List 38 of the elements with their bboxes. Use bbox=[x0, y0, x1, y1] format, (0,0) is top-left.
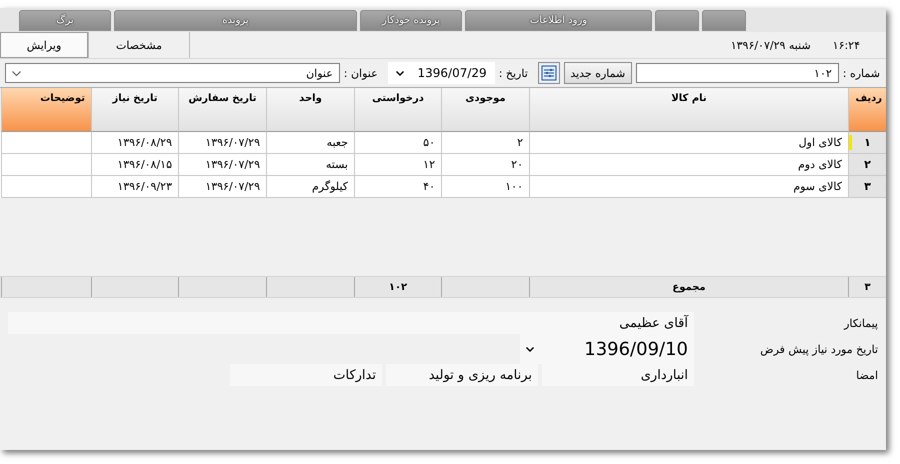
column-header: ردیف bbox=[848, 88, 886, 132]
footer-cell: ۱۰۲ bbox=[354, 277, 441, 297]
column-header: درخواستی bbox=[354, 88, 441, 132]
new-number-button[interactable]: شماره جدید bbox=[564, 62, 632, 84]
column-header: واحد bbox=[266, 88, 354, 132]
field-label: شماره : bbox=[842, 66, 880, 80]
signature-field[interactable]: انبارداری bbox=[542, 364, 694, 386]
settings-icon[interactable] bbox=[538, 62, 560, 84]
date-field[interactable]: 1396/09/10 bbox=[520, 334, 694, 364]
row-number: ۳ bbox=[848, 176, 886, 198]
column-header: موجودی bbox=[441, 88, 529, 132]
signature-field[interactable]: برنامه ریزی و تولید bbox=[386, 364, 538, 386]
caret-icon bbox=[396, 70, 404, 76]
tab[interactable] bbox=[702, 10, 746, 31]
tab[interactable] bbox=[655, 10, 699, 31]
title-dropdown[interactable]: عنوان bbox=[5, 63, 340, 83]
tab[interactable]: ویرایش bbox=[0, 32, 88, 58]
field-label: تاریخ مورد نیاز پیش فرض bbox=[759, 342, 878, 356]
field-label: عنوان : bbox=[344, 66, 378, 80]
date-text: شنبه ۱۳۹۶/۰۷/۲۹ bbox=[730, 38, 811, 52]
number-field[interactable]: ۱۰۲ bbox=[636, 63, 839, 83]
column-header: تاریخ سفارش bbox=[178, 88, 266, 132]
row-number: ۲ bbox=[848, 154, 886, 176]
caret-icon bbox=[12, 70, 21, 76]
contractor-field[interactable]: آقای عظیمی bbox=[8, 312, 694, 334]
clock: ۱۶:۲۴ bbox=[832, 38, 860, 52]
field-label: پیمانکار bbox=[842, 316, 878, 330]
field-label: امضا bbox=[855, 368, 878, 382]
footer-cell: ۳ bbox=[848, 277, 886, 297]
signature-field[interactable]: تدارکات bbox=[230, 364, 382, 386]
footer-cell: مجموع bbox=[529, 277, 848, 297]
field-label: تاریخ : bbox=[498, 66, 528, 80]
date-field[interactable]: 1396/07/29 bbox=[388, 62, 495, 84]
column-header: تاریخ نیاز bbox=[91, 88, 178, 132]
caret-icon bbox=[526, 346, 534, 352]
column-header: نام کالا bbox=[529, 88, 848, 132]
column-header: توضیحات bbox=[1, 88, 91, 132]
row-number: ۱ bbox=[848, 132, 886, 154]
